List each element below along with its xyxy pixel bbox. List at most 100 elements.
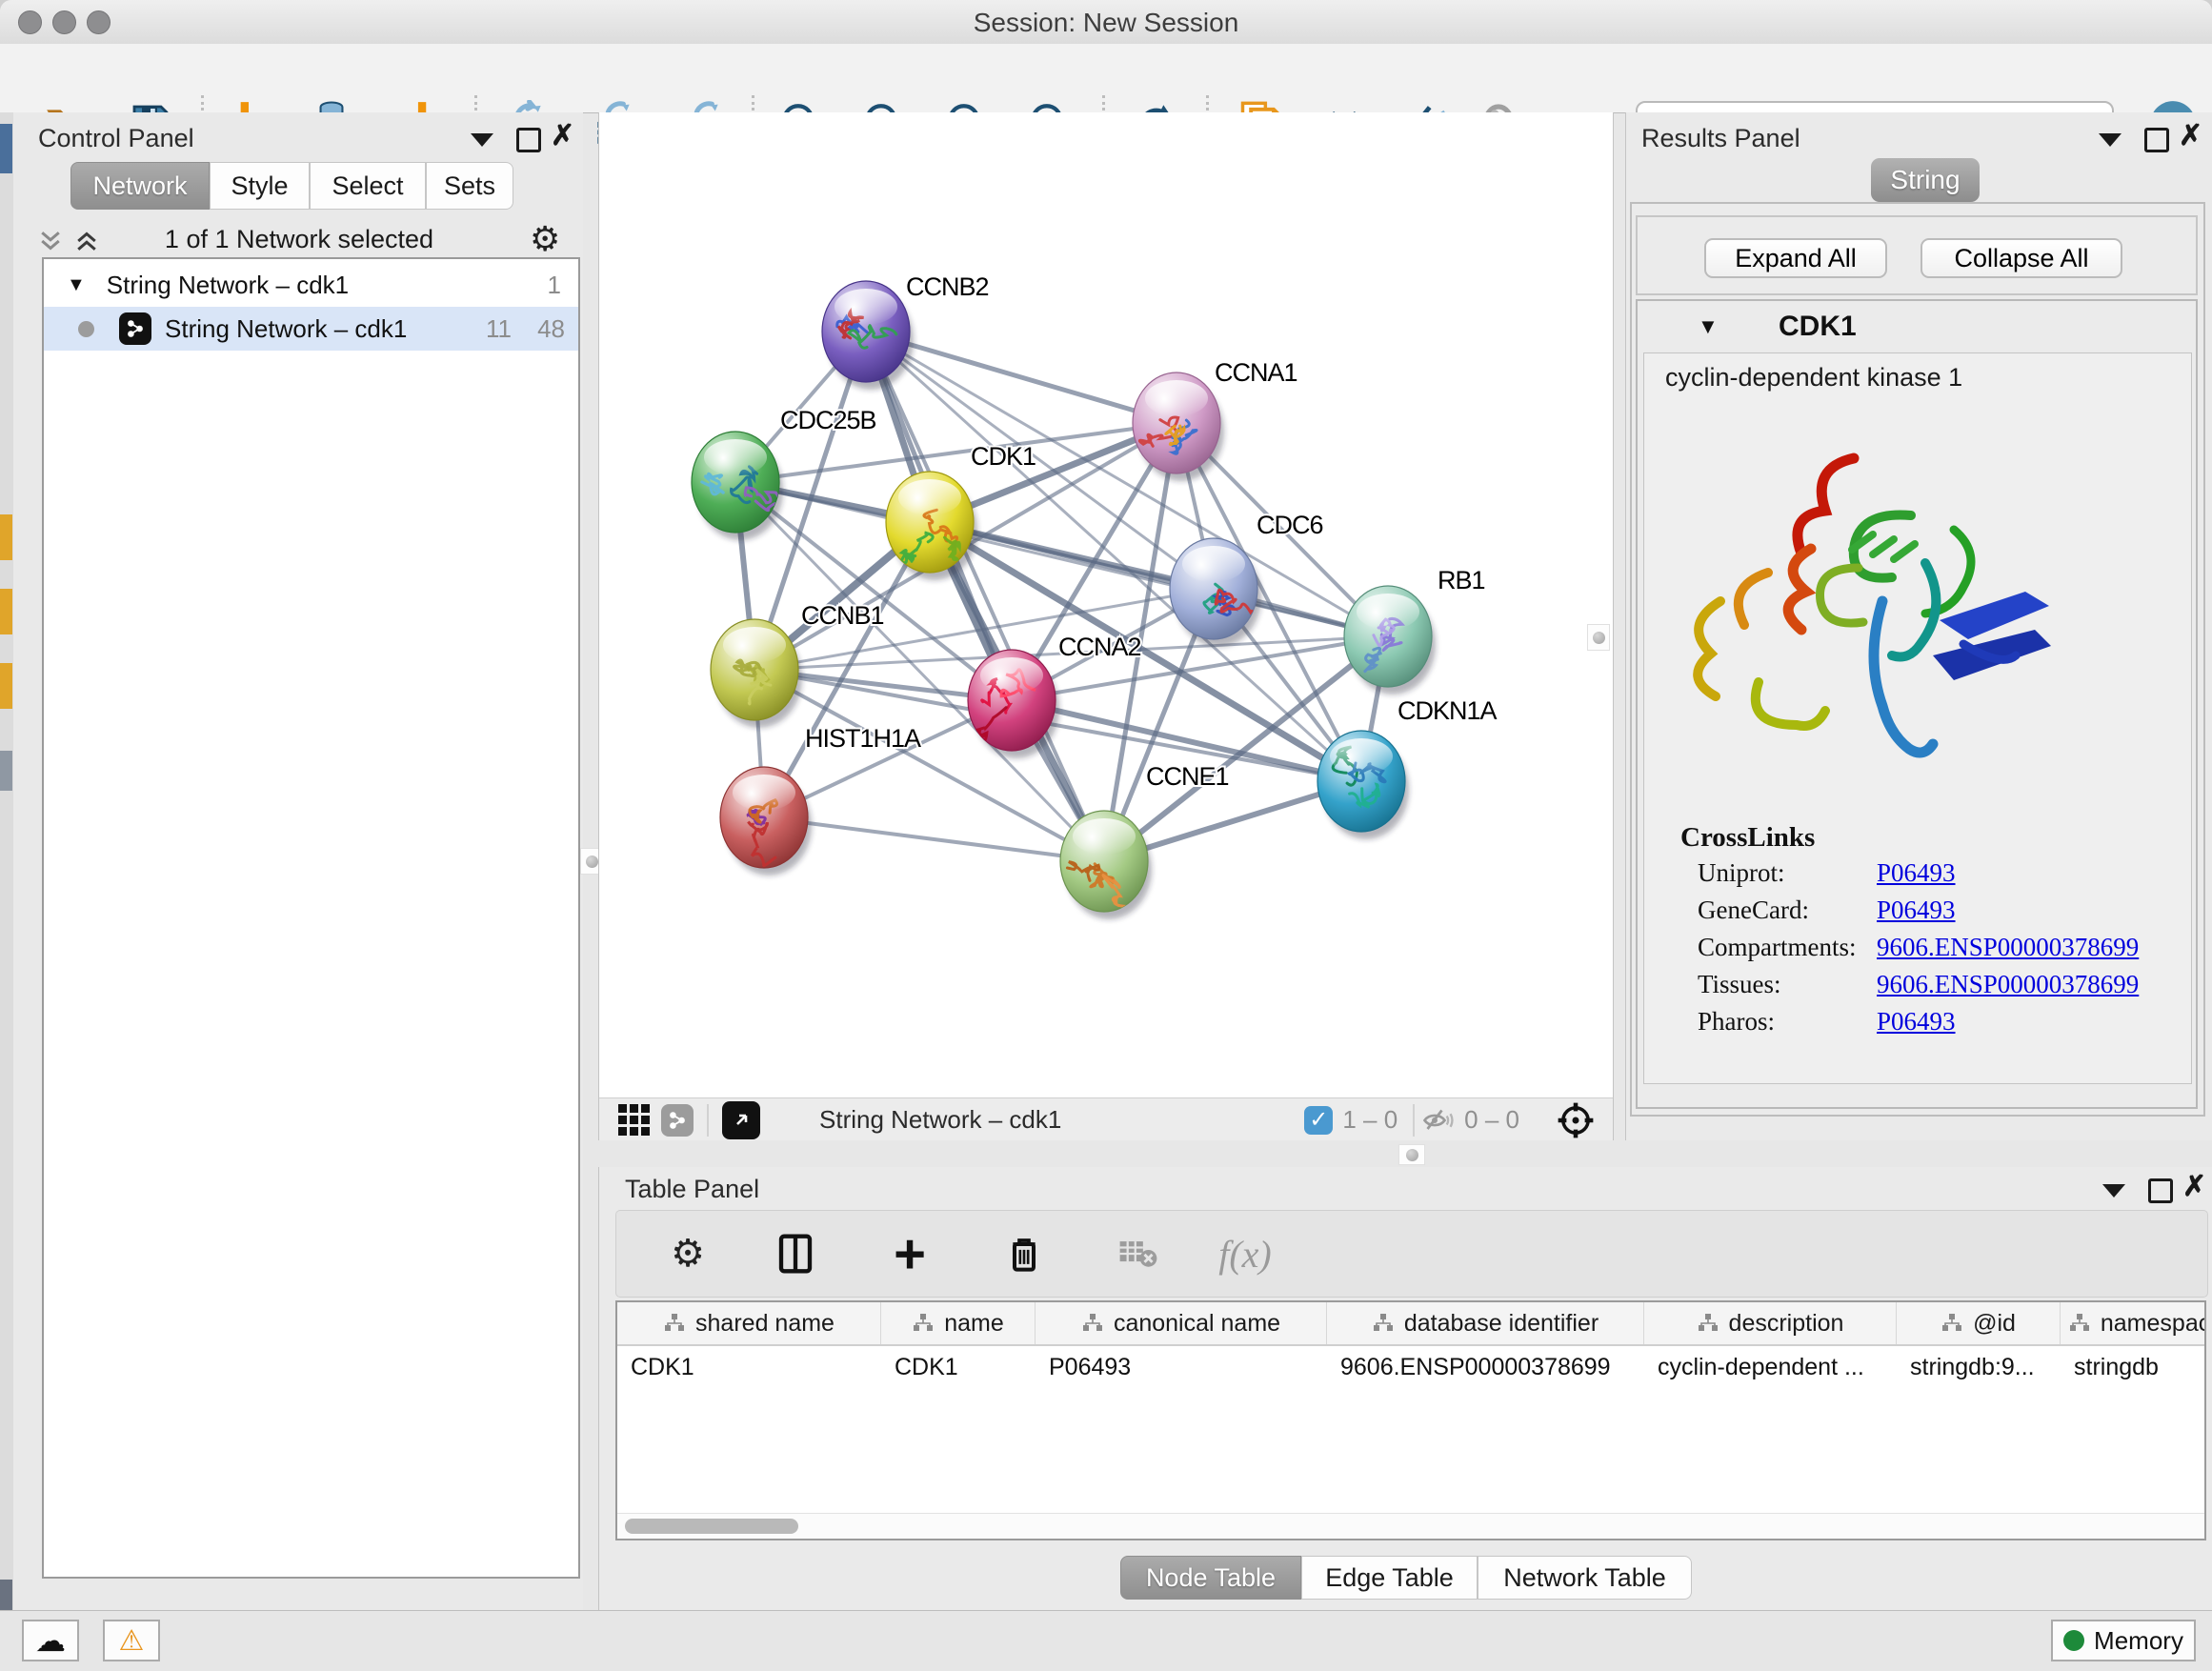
network-canvas[interactable]: CCNB2CCNA1CDC25BCDK1CDC6RB1CCNB1CCNA2CDK… [599, 112, 1613, 1097]
column-header-description[interactable]: description [1644, 1302, 1897, 1344]
warnings-button[interactable]: ⚠ [103, 1620, 160, 1661]
horizontal-scrollbar[interactable] [617, 1513, 2204, 1539]
cloud-button[interactable]: ☁ [22, 1620, 79, 1661]
network-view-title: String Network – cdk1 [819, 1105, 1061, 1135]
crosslink-link[interactable]: P06493 [1877, 858, 1956, 888]
crosslinks-title: CrossLinks [1680, 822, 1815, 854]
network-node[interactable]: CCNB2 [822, 272, 989, 390]
table-toolbar: ⚙ + f(x) [615, 1210, 2208, 1298]
column-type-icon [1697, 1313, 1719, 1334]
control-panel-title: Control Panel [38, 124, 194, 153]
table-cell[interactable]: P06493 [1036, 1346, 1327, 1388]
table-cell[interactable]: cyclin-dependent ... [1644, 1346, 1897, 1388]
network-node[interactable]: CDKN1A [1317, 696, 1498, 839]
gene-section: ▼ CDK1 cyclin-dependent kinase 1 [1636, 299, 2198, 1109]
expand-all-button[interactable]: Expand All [1704, 238, 1887, 278]
float-panel-icon[interactable] [2144, 128, 2169, 152]
selected-counts: 1 – 0 [1342, 1105, 1398, 1135]
column-header-canonical-name[interactable]: canonical name [1036, 1302, 1327, 1344]
network-node-label: CDC6 [1257, 511, 1323, 539]
column-header-database-identifier[interactable]: database identifier [1327, 1302, 1644, 1344]
tab-edge-table[interactable]: Edge Table [1301, 1556, 1478, 1600]
control-panel-tabs: NetworkStyleSelectSets [70, 162, 513, 210]
float-panel-icon[interactable] [2148, 1178, 2173, 1203]
table-cell[interactable]: stringdb:9... [1897, 1346, 2061, 1388]
table-row[interactable]: CDK1CDK1P064939606.ENSP00000378699cyclin… [617, 1346, 2204, 1388]
network-status-dot [78, 321, 94, 337]
tree-expander-icon[interactable]: ▼ [67, 274, 86, 296]
hidden-eye-icon[interactable] [1420, 1103, 1455, 1137]
network-node-label: CDC25B [780, 406, 876, 434]
crosslink-label: Pharos: [1698, 1007, 1775, 1037]
network-edge[interactable] [764, 817, 1104, 861]
close-panel-icon[interactable]: ✗ [2179, 126, 2202, 147]
network-node[interactable]: CCNE1 [1060, 762, 1229, 919]
network-row-selected[interactable]: String Network – cdk1 11 48 [44, 307, 578, 351]
column-label: description [1729, 1310, 1844, 1338]
panel-menu-icon[interactable] [471, 133, 493, 147]
column-type-icon [2068, 1313, 2091, 1334]
network-node[interactable]: CDC6 [1170, 511, 1323, 647]
close-panel-icon[interactable]: ✗ [551, 126, 574, 147]
tab-select[interactable]: Select [310, 162, 426, 210]
tab-string[interactable]: String [1871, 158, 1980, 202]
delete-table-icon[interactable] [1110, 1211, 1167, 1297]
horizontal-splitter[interactable] [598, 1140, 2212, 1167]
network-node-label: CCNA2 [1058, 633, 1141, 661]
table-cell[interactable]: stringdb [2061, 1346, 2206, 1388]
gene-section-header[interactable]: ▼ CDK1 [1638, 301, 2196, 351]
tab-network-table[interactable]: Network Table [1478, 1556, 1692, 1600]
memory-button[interactable]: Memory [2051, 1620, 2196, 1661]
network-edge[interactable] [866, 332, 1104, 861]
scrollbar-thumb[interactable] [625, 1519, 798, 1534]
network-node[interactable]: RB1 [1344, 566, 1485, 695]
network-graph[interactable]: CCNB2CCNA1CDC25BCDK1CDC6RB1CCNB1CCNA2CDK… [599, 112, 1613, 1097]
network-share-icon[interactable] [661, 1104, 694, 1137]
column-header-namespace[interactable]: namespace [2061, 1302, 2206, 1344]
network-collection-row[interactable]: ▼ String Network – cdk1 1 [44, 263, 578, 307]
tab-network[interactable]: Network [70, 162, 210, 210]
crosslink-row: Tissues:9606.ENSP00000378699 [1698, 970, 2174, 1007]
gene-name: CDK1 [1779, 311, 1857, 343]
left-splitter[interactable] [583, 112, 598, 1610]
crosslink-link[interactable]: P06493 [1877, 896, 1956, 925]
window-title: Session: New Session [0, 8, 2212, 38]
splitter-handle[interactable] [1587, 624, 1610, 651]
gene-details: cyclin-dependent kinase 1 [1643, 352, 2192, 1084]
column-header-shared-name[interactable]: shared name [617, 1302, 881, 1344]
tab-node-table[interactable]: Node Table [1120, 1556, 1301, 1600]
delete-column-icon[interactable] [995, 1211, 1053, 1297]
pan-crosshair-icon[interactable] [1556, 1100, 1596, 1140]
crosslink-link[interactable]: 9606.ENSP00000378699 [1877, 933, 2139, 962]
float-panel-icon[interactable] [516, 128, 541, 152]
network-node[interactable]: HIST1H1A [720, 724, 921, 876]
panel-menu-icon[interactable] [2099, 133, 2122, 147]
grid-view-icon[interactable] [618, 1104, 650, 1136]
table-cell[interactable]: CDK1 [617, 1346, 881, 1388]
column-header-id[interactable]: @id [1897, 1302, 2061, 1344]
column-header-name[interactable]: name [881, 1302, 1036, 1344]
birdseye-view-icon[interactable] [722, 1101, 760, 1139]
selected-checkbox-icon[interactable]: ✓ [1304, 1106, 1333, 1135]
crosslink-link[interactable]: 9606.ENSP00000378699 [1877, 970, 2139, 999]
tab-style[interactable]: Style [210, 162, 310, 210]
gear-icon[interactable]: ⚙ [659, 1211, 716, 1297]
add-column-icon[interactable]: + [881, 1211, 938, 1304]
table-cell[interactable]: CDK1 [881, 1346, 1036, 1388]
section-collapse-icon[interactable]: ▼ [1698, 314, 1719, 339]
gear-icon[interactable]: ⚙ [530, 219, 560, 259]
panel-menu-icon[interactable] [2102, 1184, 2125, 1198]
crosslink-link[interactable]: P06493 [1877, 1007, 1956, 1037]
collapse-all-icon[interactable] [36, 227, 65, 255]
table-header-row: shared namenamecanonical namedatabase id… [617, 1302, 2204, 1346]
collapse-all-button[interactable]: Collapse All [1920, 238, 2122, 278]
table-cell[interactable]: 9606.ENSP00000378699 [1327, 1346, 1644, 1388]
edge-count: 48 [537, 314, 565, 344]
close-panel-icon[interactable]: ✗ [2182, 1177, 2206, 1198]
sliver-segment [0, 1580, 12, 1610]
expand-all-icon[interactable] [72, 227, 101, 255]
show-columns-icon[interactable] [767, 1211, 824, 1297]
tab-sets[interactable]: Sets [426, 162, 513, 210]
function-builder-icon[interactable]: f(x) [1217, 1211, 1274, 1297]
splitter-handle[interactable] [1398, 1144, 1425, 1165]
